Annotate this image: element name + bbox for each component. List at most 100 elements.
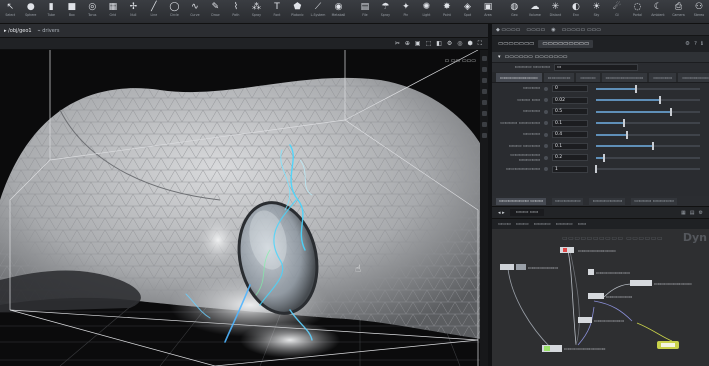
subtab-1[interactable]: ▭▭▭▭▭▭▭▭▭▭ <box>496 73 542 82</box>
node-render-output[interactable]: ▭▭▭▭▭▭▭▭▭▭▭ <box>542 345 606 352</box>
shelf-tool-null[interactable]: ✢ Null <box>123 0 144 24</box>
shelf-tool-point[interactable]: ✸ Point <box>437 0 458 24</box>
subtab-2[interactable]: ▭▭▭▭▭▭ <box>543 73 575 82</box>
shelf-tool-pin[interactable]: ✦ Pin <box>396 0 417 24</box>
viewport-tool-icon[interactable]: ⊕ <box>405 40 410 47</box>
tab-performance[interactable]: ▭▭▭▭▭ ▭▭▭ <box>562 27 601 33</box>
grid-icon[interactable]: ▦ <box>681 210 686 216</box>
keyframe-icon[interactable] <box>544 121 548 126</box>
tab-scene-view[interactable]: ▸ /obj/geo1 <box>4 28 32 34</box>
keyframe-icon[interactable] <box>544 98 548 103</box>
keyframe-icon[interactable] <box>544 155 548 160</box>
parameter-value-field[interactable]: 0.1 <box>552 142 588 150</box>
viewport-canvas[interactable]: ☝ <box>0 50 488 366</box>
shelf-tool-sphere[interactable]: ● Sphere <box>21 0 42 24</box>
parameter-value-field[interactable]: 0.2 <box>552 154 588 162</box>
parameter-value-field[interactable]: 0.4 <box>552 131 588 139</box>
parameter-value-field[interactable]: 0 <box>552 85 588 93</box>
shelf-tool-distant[interactable]: ✳ Distant <box>545 0 566 24</box>
tab-icon[interactable]: ◉ <box>551 27 555 33</box>
node-source[interactable]: ▭▭▭▭▭▭▭▭ <box>500 264 558 270</box>
network-editor[interactable]: ▭▭▭▭▭▭▭▭▭▭ ▭▭▭▭▭▭ Dyn ▭▭▭▭▭▭▭▭ ▭▭▭▭▭▭▭▭▭… <box>492 229 709 366</box>
viewport-tool-icon[interactable]: ⬚ <box>426 40 432 47</box>
menu-edit[interactable]: ▭▭▭ <box>516 222 529 227</box>
keyframe-icon[interactable] <box>544 109 548 114</box>
slider-handle[interactable] <box>634 84 637 93</box>
help-icon[interactable]: ? <box>694 41 697 47</box>
viewport-tool-icon[interactable]: ⛶ <box>478 40 482 48</box>
shelf-tool-spray-paint[interactable]: ☂ Spray <box>375 0 396 24</box>
menu-view[interactable]: ▭▭▭▭ <box>556 222 573 227</box>
shelf-tool-font[interactable]: T Font <box>267 0 288 24</box>
side-tool-7[interactable] <box>481 122 487 127</box>
menu-add[interactable]: ▭▭▭ <box>498 222 511 227</box>
menu-go[interactable]: ▭▭▭▭ <box>534 222 551 227</box>
view-label[interactable]: ▭ ▭▭ ▭▭▭ <box>444 58 476 64</box>
side-tool-5[interactable] <box>481 100 487 105</box>
shelf-tool-stereo[interactable]: ⚇ Stereo <box>689 0 709 24</box>
node-merge[interactable]: ▭▭▭▭▭▭▭ <box>588 293 633 299</box>
shelf-tool-line[interactable]: ╱ Line <box>144 0 165 24</box>
shelf-tool-curve[interactable]: ∿ Curve <box>185 0 206 24</box>
shelf-tool-platonic[interactable]: ⬟ Platonic <box>287 0 308 24</box>
tab-drivers[interactable]: ⌁ drivers <box>38 28 60 34</box>
node-display[interactable] <box>657 341 679 349</box>
subtab-5[interactable]: ▭▭▭▭▭ <box>649 73 677 82</box>
viewport-tool-icon[interactable]: ⬢ <box>468 40 473 47</box>
shelf-tool-env[interactable]: ◐ Env <box>566 0 587 24</box>
shelf-tool-lsystem[interactable]: ⟋ L-System <box>308 0 329 24</box>
viewport-tool-icon[interactable]: ✂ <box>395 40 400 47</box>
shelf-tool-path[interactable]: ⌇ Path <box>226 0 247 24</box>
slider-handle[interactable] <box>659 96 662 105</box>
slider-handle[interactable] <box>652 142 655 151</box>
shelf-tool-draw[interactable]: ✎ Draw <box>205 0 226 24</box>
slider-handle[interactable] <box>623 119 626 128</box>
parameter-value-field[interactable]: 0.5 <box>552 108 588 116</box>
parameter-slider[interactable] <box>596 119 700 128</box>
shelf-tool-file[interactable]: ▤ File <box>355 0 376 24</box>
shelf-tool-box[interactable]: ■ Box <box>62 0 83 24</box>
slider-handle[interactable] <box>603 153 606 162</box>
shelf-tool-grid[interactable]: ▦ Grid <box>103 0 124 24</box>
shelf-tool-portal[interactable]: ◌ Portal <box>627 0 648 24</box>
keyframe-icon[interactable] <box>544 86 548 91</box>
nav-arrows[interactable]: ◂ ▸ <box>498 210 505 216</box>
viewport-tool-icon[interactable]: ◧ <box>436 40 442 47</box>
parameter-folder[interactable]: ▾ ▭▭▭▭▭▭ ▭▭▭▭▭▭▭ <box>492 52 709 63</box>
side-tool-3[interactable] <box>481 78 487 83</box>
tab-material[interactable]: ▭▭▭▭▭▭▭ <box>589 197 626 205</box>
gear-icon[interactable]: ⚙ <box>699 210 703 216</box>
tab-network-view[interactable]: ▭▭▭▭▭▭▭ ▭▭▭ <box>496 197 546 205</box>
viewport-tool-icon[interactable]: ⚙ <box>447 40 452 47</box>
parameter-field[interactable]: ▭ <box>554 64 638 71</box>
slider-handle[interactable] <box>595 165 597 174</box>
viewport-tool-icon[interactable]: ◎ <box>457 40 462 47</box>
shelf-tool-metaball[interactable]: ◉ Metaball <box>328 0 349 24</box>
side-tool-2[interactable] <box>481 67 487 72</box>
tab-tree-view[interactable]: ▭▭▭▭▭▭ <box>551 197 584 205</box>
shelf-tool-gi[interactable]: ☄ GI <box>607 0 628 24</box>
keyframe-icon[interactable] <box>544 167 548 172</box>
shelf-tool-spray[interactable]: ⁂ Spray <box>246 0 267 24</box>
node-solver[interactable]: ▭▭▭▭▭▭▭▭▭▭ <box>560 247 616 253</box>
scene-viewport[interactable]: ☝ ▭ ▭▭ ▭▭▭ <box>0 50 488 366</box>
tab-asset-browser[interactable]: ▭▭▭▭ ▭▭▭▭▭ <box>631 197 677 205</box>
slider-handle[interactable] <box>669 107 672 116</box>
slider-handle[interactable] <box>626 130 629 139</box>
keyframe-icon[interactable] <box>544 132 548 137</box>
parameter-value-field[interactable]: 1 <box>552 165 588 173</box>
tab-take-list[interactable]: ▭▭▭▭ <box>526 27 545 33</box>
viewport-tool-icon[interactable]: ▣ <box>415 40 421 47</box>
shelf-tool-camera[interactable]: ⎙ Camera <box>668 0 689 24</box>
menu-tools[interactable]: ▭▭ <box>578 222 587 227</box>
shelf-tool-sky[interactable]: ☀ Sky <box>586 0 607 24</box>
node-graph[interactable]: ▭▭▭▭▭▭▭▭ ▭▭▭▭▭▭▭▭▭▭ ▭▭▭▭▭▭▭▭▭ ▭▭▭▭▭▭▭ ▭▭… <box>492 229 709 366</box>
shelf-tool-tube[interactable]: ▮ Tube <box>41 0 62 24</box>
keyframe-icon[interactable] <box>544 144 548 149</box>
node-name-field[interactable]: ▭▭▭▭▭▭▭▭▭ <box>538 40 594 48</box>
side-tool-4[interactable] <box>481 89 487 94</box>
shelf-tool-spot[interactable]: ◈ Spot <box>457 0 478 24</box>
parameter-slider[interactable] <box>596 142 700 151</box>
shelf-tool-ambient[interactable]: ☾ Ambient <box>648 0 669 24</box>
node-merge[interactable]: ▭▭▭▭▭▭▭▭▭ <box>588 269 630 275</box>
